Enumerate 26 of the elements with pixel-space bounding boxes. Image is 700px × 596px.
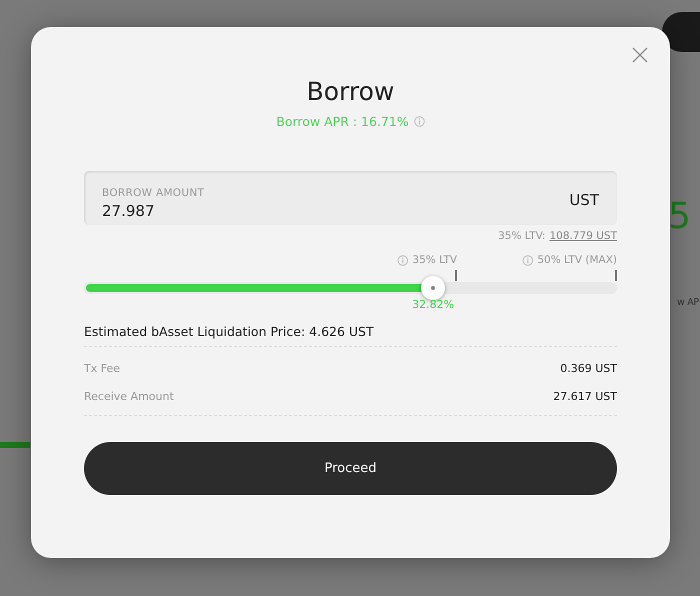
ltv-marker-label: 50% LTV (MAX): [537, 254, 617, 266]
dialog-title: Borrow: [306, 77, 396, 106]
field-value: 27.987: [102, 202, 156, 220]
tick-mark: [455, 270, 457, 281]
progress-bar-fragment: [0, 442, 30, 448]
info-icon: [522, 254, 534, 266]
borrow-apr: Borrow APR : 16.71%: [276, 114, 409, 129]
stat-value: 5: [668, 196, 691, 237]
detail-label: Receive Amount: [84, 390, 174, 403]
proceed-button[interactable]: Proceed: [84, 442, 617, 495]
detail-value: 27.617 UST: [553, 390, 617, 403]
unit-label: UST: [569, 191, 599, 209]
slider-reading: 32.82%: [412, 298, 454, 311]
info-icon: [397, 254, 408, 266]
ltv-label: 35% LTV:: [498, 230, 546, 242]
info-icon: [414, 116, 425, 127]
slider-thumb[interactable]: [421, 276, 446, 300]
detail-value: 0.369 UST: [560, 362, 617, 375]
liquidation-price: Estimated bAsset Liquidation Price: 4.626 UST: [84, 324, 617, 347]
close-icon[interactable]: [632, 47, 648, 63]
ltv-marker-label: 35% LTV: [412, 254, 458, 266]
tick-mark: [615, 270, 616, 281]
field-label: BORROW AMOUNT: [102, 186, 204, 198]
borrow-amount-field[interactable]: BORROW AMOUNT 27.987 UST: [84, 171, 617, 225]
detail-label: Tx Fee: [84, 362, 120, 375]
label-fragment: w AP: [677, 297, 699, 308]
